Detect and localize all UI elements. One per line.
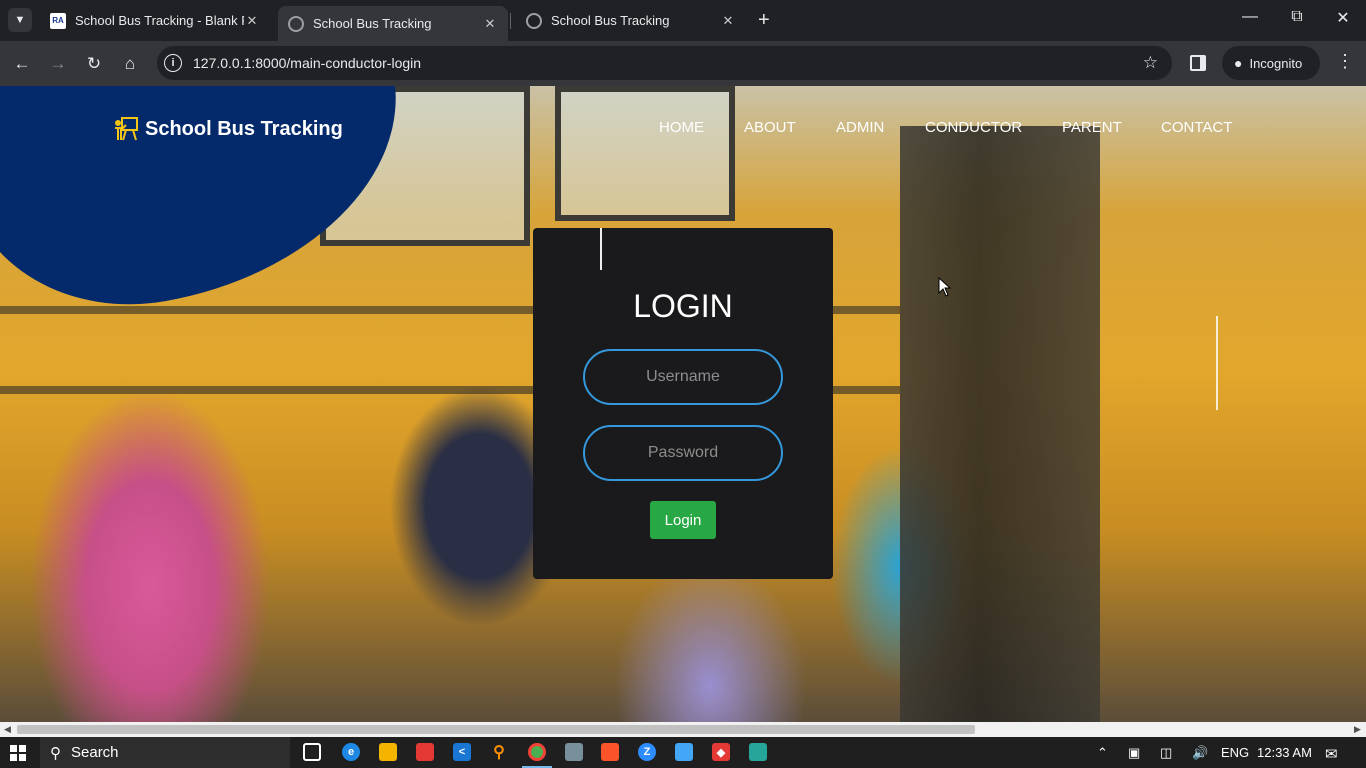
url-text[interactable]: 127.0.0.1:8000/main-conductor-login xyxy=(193,55,421,71)
file-explorer-icon[interactable] xyxy=(379,743,397,761)
meet-now-icon[interactable]: ▣ xyxy=(1128,745,1140,761)
search-label: Search xyxy=(71,744,119,761)
task-view-icon[interactable] xyxy=(303,743,321,761)
tab-active[interactable]: School Bus Tracking ✕ xyxy=(278,6,508,41)
network-icon[interactable]: ◫ xyxy=(1160,745,1172,761)
back-button[interactable]: ← xyxy=(9,51,35,77)
close-icon[interactable]: ✕ xyxy=(482,16,498,32)
incognito-badge[interactable]: ● Incognito xyxy=(1222,46,1320,80)
login-card: LOGIN Login xyxy=(533,228,833,579)
nav-conductor[interactable]: CONDUCTOR xyxy=(925,119,1022,136)
app-red-icon[interactable] xyxy=(416,743,434,761)
remote-desktop-icon[interactable] xyxy=(675,743,693,761)
windows-start-icon[interactable] xyxy=(10,745,26,761)
site-logo[interactable]: School Bus Tracking xyxy=(113,116,343,142)
globe-icon xyxy=(526,12,542,29)
close-icon[interactable]: ✕ xyxy=(244,13,260,29)
bookmark-star-icon[interactable]: ☆ xyxy=(1143,53,1158,73)
close-window-button[interactable]: ✕ xyxy=(1323,8,1363,28)
browser-toolbar: ← → ↻ ⌂ i 127.0.0.1:8000/main-conductor-… xyxy=(0,41,1366,86)
tab-third[interactable]: School Bus Tracking ✕ xyxy=(516,6,746,35)
globe-icon xyxy=(288,15,304,32)
minimize-button[interactable]: — xyxy=(1230,8,1270,26)
browser-menu-icon[interactable]: ⋮ xyxy=(1336,51,1354,72)
side-panel-icon[interactable] xyxy=(1190,55,1206,71)
nav-admin[interactable]: ADMIN xyxy=(836,119,884,136)
restore-button[interactable]: ⧉ xyxy=(1277,8,1317,26)
tab-blank-page[interactable]: RA School Bus Tracking - Blank Pa ✕ xyxy=(40,6,270,35)
decorative-line xyxy=(1216,316,1218,410)
app-teal-icon[interactable] xyxy=(749,743,767,761)
clock[interactable]: 12:33 AM xyxy=(1257,745,1312,760)
chrome-icon[interactable] xyxy=(528,743,546,761)
text-caret xyxy=(600,228,602,270)
mouse-cursor-icon xyxy=(938,277,952,297)
nav-contact[interactable]: CONTACT xyxy=(1161,119,1232,136)
ra-icon: RA xyxy=(50,12,66,29)
tab-title: School Bus Tracking - Blank Pa xyxy=(75,13,244,28)
new-tab-button[interactable]: + xyxy=(758,9,770,32)
web-page: School Bus Tracking HOME ABOUT ADMIN CON… xyxy=(0,86,1366,722)
edge-icon[interactable]: e xyxy=(342,743,360,761)
address-bar[interactable]: i 127.0.0.1:8000/main-conductor-login ☆ xyxy=(157,46,1172,80)
home-button[interactable]: ⌂ xyxy=(117,51,143,77)
scroll-left-icon[interactable]: ◀ xyxy=(4,724,11,735)
language-indicator[interactable]: ENG xyxy=(1221,745,1249,760)
bus-door xyxy=(900,126,1100,722)
nav-parent[interactable]: PARENT xyxy=(1062,119,1122,136)
bus-window xyxy=(555,86,735,221)
notification-icon[interactable]: ✉ xyxy=(1325,745,1338,763)
chevron-up-icon[interactable]: ⌃ xyxy=(1097,745,1108,761)
scrollbar-thumb[interactable] xyxy=(17,725,975,734)
taskbar-search[interactable]: ⚲ Search xyxy=(40,737,290,768)
zoom-icon[interactable]: Z xyxy=(638,743,656,761)
username-input[interactable] xyxy=(583,349,783,405)
tab-strip: ▼ RA School Bus Tracking - Blank Pa ✕ Sc… xyxy=(0,0,1366,41)
incognito-icon: ● xyxy=(1234,55,1243,71)
tab-title: School Bus Tracking xyxy=(313,16,432,31)
login-title: LOGIN xyxy=(633,288,733,324)
brave-icon[interactable] xyxy=(601,743,619,761)
search-app-icon[interactable]: ⚲ xyxy=(490,743,508,761)
password-input[interactable] xyxy=(583,425,783,481)
nav-about[interactable]: ABOUT xyxy=(744,119,796,136)
brand-name: School Bus Tracking xyxy=(145,117,343,140)
taskbar: ⚲ Search e < ⚲ Z ◆ ⌃ ▣ ◫ 🔊 ENG 12:33 AM … xyxy=(0,737,1366,768)
search-icon: ⚲ xyxy=(50,744,61,762)
tab-search-button[interactable]: ▼ xyxy=(8,8,32,32)
horizontal-scrollbar[interactable]: ◀ ▶ xyxy=(0,722,1366,737)
forward-button[interactable]: → xyxy=(45,51,71,77)
nav-home[interactable]: HOME xyxy=(659,119,704,136)
vscode-icon[interactable]: < xyxy=(453,743,471,761)
anydesk-icon[interactable]: ◆ xyxy=(712,743,730,761)
tab-title: School Bus Tracking xyxy=(551,13,670,28)
teacher-board-icon xyxy=(115,117,138,141)
incognito-label: Incognito xyxy=(1249,55,1303,71)
volume-icon[interactable]: 🔊 xyxy=(1192,745,1208,761)
site-info-icon[interactable]: i xyxy=(164,54,182,72)
app-gray-icon[interactable] xyxy=(565,743,583,761)
reload-button[interactable]: ↻ xyxy=(81,51,107,77)
tab-separator xyxy=(510,13,511,29)
close-icon[interactable]: ✕ xyxy=(720,13,736,29)
login-button[interactable]: Login xyxy=(650,501,716,539)
scroll-right-icon[interactable]: ▶ xyxy=(1354,724,1361,735)
